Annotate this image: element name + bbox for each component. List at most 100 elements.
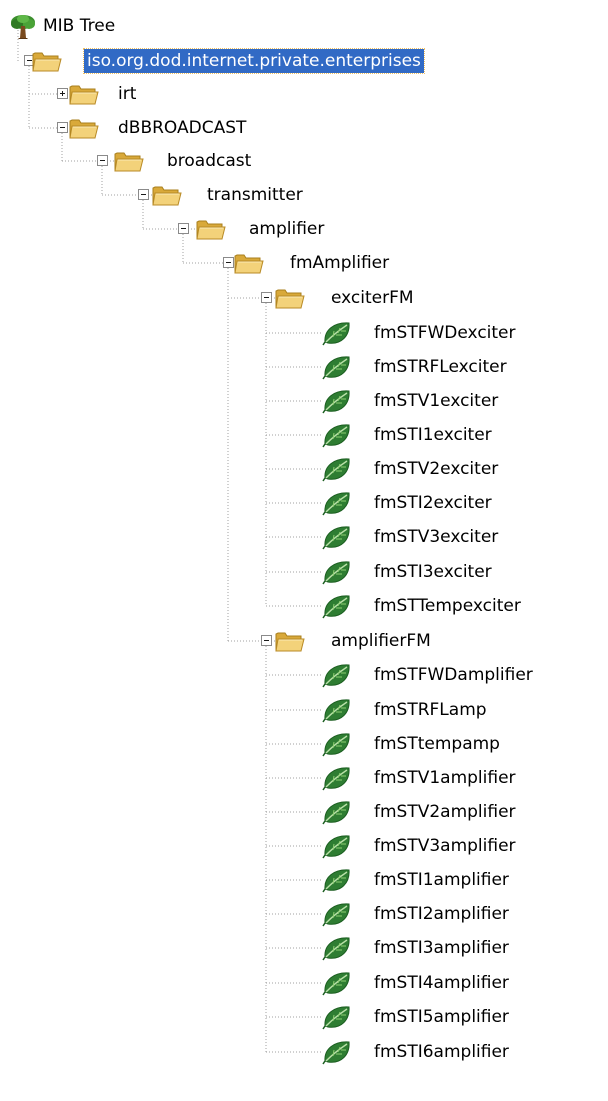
leaf-icon: [322, 1004, 352, 1030]
tree-node-label[interactable]: fmSTV1amplifier: [371, 766, 519, 790]
tree-folder-row[interactable]: amplifierFM: [0, 625, 600, 657]
tree-folder-row[interactable]: broadcast: [0, 145, 600, 177]
folder-open-icon: [114, 148, 144, 174]
tree-leaf-row[interactable]: fmSTI6amplifier: [0, 1036, 600, 1068]
tree-leaf-row[interactable]: fmSTV2amplifier: [0, 796, 600, 828]
tree-node-label[interactable]: fmSTI1amplifier: [371, 868, 512, 892]
tree-node-label[interactable]: fmSTI2amplifier: [371, 902, 512, 926]
leaf-icon: [322, 662, 352, 688]
tree-node-label[interactable]: irt: [115, 82, 139, 106]
tree-leaf-row[interactable]: fmSTV1exciter: [0, 385, 600, 417]
tree-leaf-row[interactable]: fmSTTempexciter: [0, 590, 600, 622]
folder-open-icon: [152, 182, 182, 208]
tree-leaf-row[interactable]: fmSTI1amplifier: [0, 864, 600, 896]
tree-leaf-row[interactable]: fmSTtempamp: [0, 728, 600, 760]
tree-folder-row[interactable]: exciterFM: [0, 282, 600, 314]
tree-node-label[interactable]: fmSTFWDamplifier: [371, 663, 536, 687]
tree-node-label[interactable]: iso.org.dod.internet.private.enterprises: [83, 48, 425, 74]
tree-folder-row[interactable]: transmitter: [0, 179, 600, 211]
tree-node-label[interactable]: fmSTRFLamp: [371, 698, 490, 722]
tree-node-label[interactable]: fmSTI4amplifier: [371, 971, 512, 995]
tree-node-label[interactable]: fmSTtempamp: [371, 732, 503, 756]
tree-node-label[interactable]: fmSTV3amplifier: [371, 834, 519, 858]
mib-tree-view[interactable]: MIB Tree iso.org.dod.internet.private.en…: [0, 0, 608, 1101]
leaf-icon: [322, 935, 352, 961]
leaf-icon: [322, 697, 352, 723]
collapse-minus-icon[interactable]: [138, 189, 149, 200]
folder-open-icon: [275, 628, 305, 654]
folder-open-icon: [234, 250, 264, 276]
leaf-icon: [322, 765, 352, 791]
collapse-minus-icon[interactable]: [178, 223, 189, 234]
leaf-icon: [322, 524, 352, 550]
tree-node-label[interactable]: fmSTFWDexciter: [371, 321, 519, 345]
tree-leaf-row[interactable]: fmSTV3exciter: [0, 521, 600, 553]
folder-open-icon: [32, 48, 62, 74]
tree-leaf-row[interactable]: fmSTFWDamplifier: [0, 659, 600, 691]
tree-root-row[interactable]: MIB Tree: [0, 10, 300, 42]
collapse-minus-icon[interactable]: [223, 257, 234, 268]
tree-leaf-row[interactable]: fmSTI2exciter: [0, 487, 600, 519]
tree-leaf-row[interactable]: fmSTFWDexciter: [0, 317, 600, 349]
folder-icon: [69, 81, 99, 107]
tree-node-label[interactable]: fmSTI6amplifier: [371, 1040, 512, 1064]
leaf-icon: [322, 559, 352, 585]
tree-leaf-row[interactable]: fmSTV3amplifier: [0, 830, 600, 862]
tree-node-label[interactable]: fmSTV1exciter: [371, 389, 501, 413]
leaf-icon: [322, 490, 352, 516]
tree-node-label[interactable]: fmAmplifier: [287, 251, 392, 275]
collapse-minus-icon[interactable]: [57, 122, 68, 133]
tree-folder-row[interactable]: iso.org.dod.internet.private.enterprises: [0, 45, 600, 77]
expand-plus-icon[interactable]: [57, 88, 68, 99]
tree-leaf-row[interactable]: fmSTI5amplifier: [0, 1001, 600, 1033]
tree-node-label[interactable]: fmSTRFLexciter: [371, 355, 510, 379]
tree-node-label[interactable]: dBBROADCAST: [115, 116, 249, 140]
tree-node-label[interactable]: fmSTV3exciter: [371, 525, 501, 549]
tree-leaf-row[interactable]: fmSTV1amplifier: [0, 762, 600, 794]
leaf-icon: [322, 901, 352, 927]
tree-leaf-row[interactable]: fmSTI3exciter: [0, 556, 600, 588]
tree-leaf-row[interactable]: fmSTRFLamp: [0, 694, 600, 726]
tree-folder-row[interactable]: fmAmplifier: [0, 247, 600, 279]
tree-node-label[interactable]: broadcast: [164, 149, 254, 173]
tree-node-label[interactable]: fmSTV2exciter: [371, 457, 501, 481]
tree-folder-row[interactable]: irt: [0, 78, 600, 110]
tree-folder-row[interactable]: dBBROADCAST: [0, 112, 600, 144]
tree-node-label[interactable]: transmitter: [204, 183, 306, 207]
leaf-icon: [322, 422, 352, 448]
tree-node-label[interactable]: exciterFM: [328, 286, 417, 310]
leaf-icon: [322, 593, 352, 619]
tree-node-label[interactable]: amplifierFM: [328, 629, 434, 653]
tree-node-label[interactable]: fmSTI1exciter: [371, 423, 495, 447]
tree-leaf-row[interactable]: fmSTI2amplifier: [0, 898, 600, 930]
tree-node-label[interactable]: fmSTI3exciter: [371, 560, 495, 584]
tree-node-label[interactable]: fmSTV2amplifier: [371, 800, 519, 824]
collapse-minus-icon[interactable]: [97, 155, 108, 166]
leaf-icon: [322, 833, 352, 859]
tree-node-label[interactable]: fmSTTempexciter: [371, 594, 524, 618]
folder-open-icon: [275, 285, 305, 311]
folder-open-icon: [196, 216, 226, 242]
leaf-icon: [322, 731, 352, 757]
leaf-icon: [322, 456, 352, 482]
folder-open-icon: [69, 115, 99, 141]
tree-icon: [8, 14, 36, 40]
collapse-minus-icon[interactable]: [261, 292, 272, 303]
leaf-icon: [322, 388, 352, 414]
tree-leaf-row[interactable]: fmSTV2exciter: [0, 453, 600, 485]
leaf-icon: [322, 354, 352, 380]
collapse-minus-icon[interactable]: [261, 635, 272, 646]
tree-leaf-row[interactable]: fmSTI4amplifier: [0, 967, 600, 999]
leaf-icon: [322, 970, 352, 996]
leaf-icon: [322, 799, 352, 825]
leaf-icon: [322, 320, 352, 346]
tree-folder-row[interactable]: amplifier: [0, 213, 600, 245]
tree-leaf-row[interactable]: fmSTI3amplifier: [0, 932, 600, 964]
tree-root-label: MIB Tree: [43, 16, 116, 36]
tree-node-label[interactable]: fmSTI3amplifier: [371, 936, 512, 960]
tree-node-label[interactable]: fmSTI2exciter: [371, 491, 495, 515]
tree-node-label[interactable]: fmSTI5amplifier: [371, 1005, 512, 1029]
tree-node-label[interactable]: amplifier: [246, 217, 327, 241]
tree-leaf-row[interactable]: fmSTI1exciter: [0, 419, 600, 451]
tree-leaf-row[interactable]: fmSTRFLexciter: [0, 351, 600, 383]
